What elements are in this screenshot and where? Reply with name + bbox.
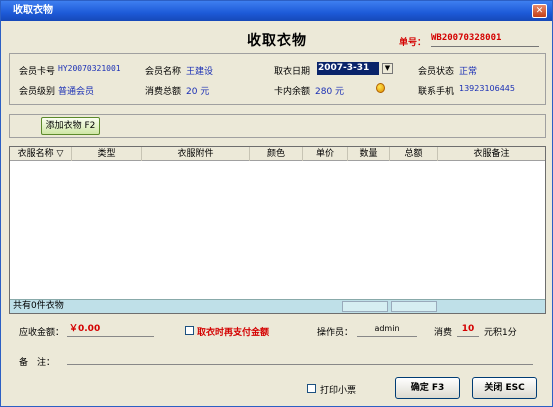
confirm-button[interactable]: 确定 F3 [395,377,460,399]
member-name-value: 王建设 [186,67,214,77]
print-receipt-checkbox[interactable] [307,384,316,393]
pay-later-label[interactable]: 取衣时再支付金额 [197,325,269,338]
close-icon[interactable]: ✕ [532,4,547,18]
member-status-label: 会员状态 [418,67,455,77]
order-number-value: WB20070328001 [431,33,539,47]
total-spend-label: 消费总额 [145,87,182,97]
column-header[interactable]: 类型 [72,147,142,161]
page-title: 收取衣物 [247,33,307,49]
footer-cell [342,301,388,312]
column-header[interactable]: 单价 [303,147,348,161]
remark-field[interactable] [67,351,533,365]
table-footer: 共有0件衣物 [10,299,545,313]
dialog-window: 收取衣物 ✕ 收取衣物 单号： WB20070328001 会员卡号 HY200… [0,0,553,407]
order-number-label: 单号： [399,38,427,48]
amount-label: 应收金额： [19,328,65,338]
pickup-date-field[interactable]: 2007-3-31 [317,62,379,75]
remark-label: 备 注： [19,358,56,368]
window-title: 收取衣物 [13,5,53,16]
footer-cell [391,301,437,312]
operator-value: admin [357,322,417,337]
card-balance-value: 280 元 [315,87,345,97]
column-header[interactable]: 颜色 [250,147,303,161]
member-info-panel [9,53,546,105]
coin-icon[interactable] [376,83,385,93]
points-suffix: 元积1分 [484,328,517,338]
title-bar: 收取衣物 ✕ [1,1,552,21]
add-clothes-button[interactable]: 添加衣物 F2 [41,117,100,135]
member-level-label: 会员级别 [19,87,56,97]
member-name-label: 会员名称 [145,67,182,77]
column-header[interactable]: 衣服名称 ▽ [10,147,72,161]
column-header[interactable]: 衣服附件 [142,147,250,161]
operator-label: 操作员： [317,328,354,338]
phone-label: 联系手机 [418,87,455,97]
total-spend-value: 20 元 [186,87,210,97]
points-label: 消费 [434,328,453,338]
column-header[interactable]: 衣服备注 [438,147,545,161]
column-header[interactable]: 数量 [348,147,390,161]
member-level-value: 普通会员 [58,87,95,97]
card-number-value: HY20070321001 [58,64,121,73]
amount-value: ￥0.00 [67,322,154,337]
print-receipt-label[interactable]: 打印小票 [320,383,356,396]
member-status-value: 正常 [459,67,478,77]
pay-later-checkbox[interactable] [185,326,194,335]
card-number-label: 会员卡号 [19,67,56,77]
clothes-table: 衣服名称 ▽ 类型 衣服附件 颜色 单价 数量 总额 衣服备注 共有0件衣物 [9,146,546,314]
card-balance-label: 卡内余额 [274,87,311,97]
pickup-date-label: 取衣日期 [274,67,311,77]
points-value[interactable]: 10 [457,322,479,337]
column-header[interactable]: 总额 [390,147,438,161]
item-count: 共有0件衣物 [13,301,64,311]
table-header: 衣服名称 ▽ 类型 衣服附件 颜色 单价 数量 总额 衣服备注 [10,147,545,161]
chevron-down-icon[interactable]: ▼ [382,63,393,74]
phone-value: 13923106445 [459,84,515,93]
close-button[interactable]: 关闭 ESC [472,377,537,399]
